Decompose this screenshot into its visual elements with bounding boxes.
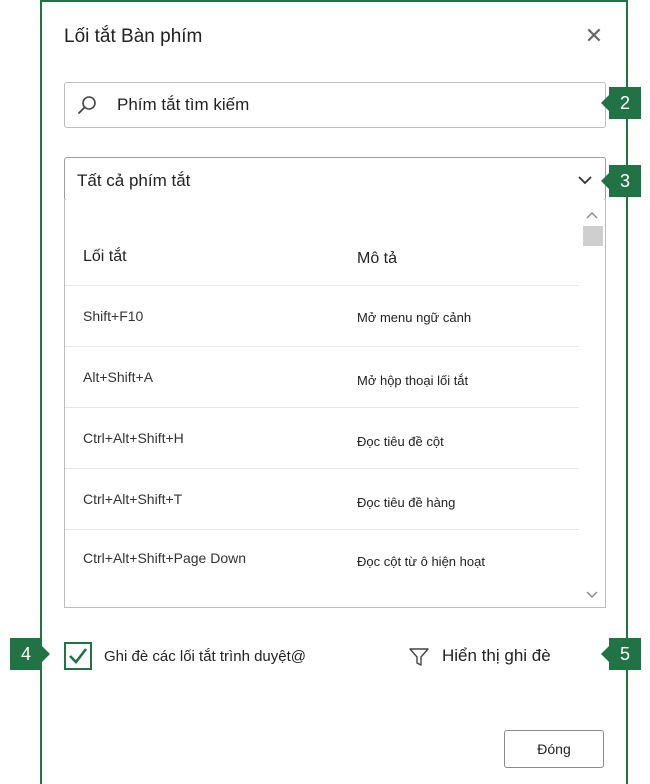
header-shortcut: Lối tắt [83, 248, 127, 265]
search-icon [78, 96, 96, 114]
callout-checkbox: 4 [10, 638, 50, 670]
shortcut-cell: Alt+Shift+A [83, 369, 154, 385]
shortcut-category-dropdown[interactable]: Tất cả phím tắt [64, 157, 606, 201]
description-cell: Đọc tiêu đề hàng [357, 495, 456, 510]
filter-icon [409, 648, 429, 666]
dropdown-selected-value: Tất cả phím tắt [77, 171, 191, 190]
table-row[interactable]: Shift+F10 Mở menu ngữ cảnh [65, 286, 579, 347]
keyboard-shortcuts-dialog: Lối tắt Bàn phím ✕ Tất cả phím tắt Lối t… [40, 0, 628, 784]
description-cell: Đọc cột từ ô hiện hoạt [357, 554, 485, 569]
table-row[interactable]: Ctrl+Alt+Shift+T Đọc tiêu đề hàng [65, 469, 579, 530]
callout-search: 2 [601, 87, 641, 119]
show-overrides-button[interactable]: Hiển thị ghi đè [408, 642, 588, 672]
description-cell: Đọc tiêu đề cột [357, 434, 444, 449]
table-row[interactable]: Ctrl+Alt+Shift+Page Down Đọc cột từ ô hi… [65, 530, 579, 607]
override-checkbox-label: Ghi đè các lối tắt trình duyệt@ [104, 648, 306, 665]
override-browser-shortcuts-checkbox[interactable] [64, 642, 92, 670]
callout-dropdown: 3 [601, 165, 641, 197]
description-cell: Mở menu ngữ cảnh [357, 310, 472, 325]
shortcut-cell: Ctrl+Alt+Shift+T [83, 491, 183, 507]
search-input[interactable] [117, 83, 587, 127]
checkmark-icon [69, 648, 88, 664]
shortcut-cell: Ctrl+Alt+Shift+Page Down [83, 550, 247, 566]
callout-show-overrides: 5 [601, 638, 641, 670]
scroll-up-icon[interactable] [585, 210, 599, 220]
dialog-title: Lối tắt Bàn phím [64, 26, 203, 47]
chevron-down-icon [578, 176, 592, 185]
header-description: Mô tả [357, 250, 398, 267]
shortcut-cell: Ctrl+Alt+Shift+H [83, 430, 184, 446]
table-row[interactable]: Ctrl+Alt+Shift+H Đọc tiêu đề cột [65, 408, 579, 469]
show-overrides-label: Hiển thị ghi đè [442, 646, 551, 665]
search-box[interactable] [64, 82, 606, 128]
shortcut-cell: Shift+F10 [83, 308, 144, 324]
table-scrollbar[interactable] [579, 200, 605, 607]
description-cell: Mở hộp thoại lối tắt [357, 373, 469, 388]
close-button[interactable]: Đóng [504, 730, 604, 768]
close-icon[interactable]: ✕ [580, 22, 608, 50]
scrollbar-thumb[interactable] [583, 226, 603, 246]
table-header: Lối tắt Mô tả [65, 230, 579, 286]
scroll-down-icon[interactable] [585, 590, 599, 600]
table-row[interactable]: Alt+Shift+A Mở hộp thoại lối tắt [65, 347, 579, 408]
stage: Lối tắt Bàn phím ✕ Tất cả phím tắt Lối t… [0, 0, 650, 784]
shortcuts-table: Lối tắt Mô tả Shift+F10 Mở menu ngữ cảnh… [64, 200, 606, 608]
